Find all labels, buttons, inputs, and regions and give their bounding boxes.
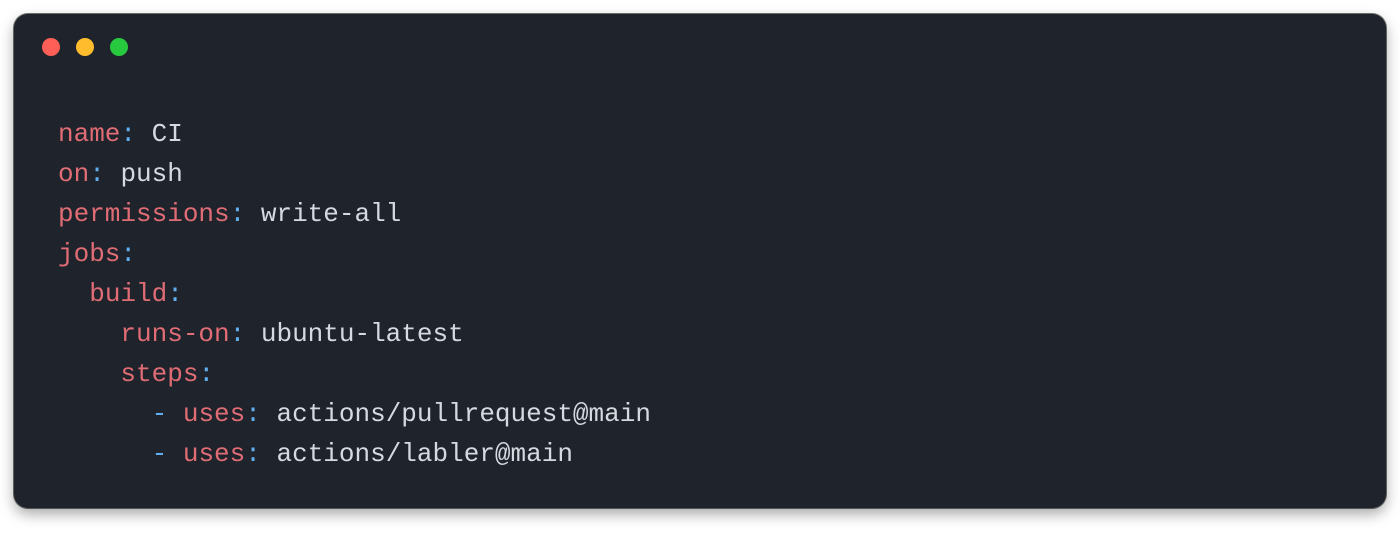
space [245, 319, 261, 349]
colon: : [245, 399, 261, 429]
space [261, 399, 277, 429]
yaml-key: steps [120, 359, 198, 389]
colon: : [167, 279, 183, 309]
space [261, 439, 277, 469]
zoom-icon[interactable] [110, 38, 128, 56]
colon: : [120, 119, 136, 149]
yaml-key: name [58, 119, 120, 149]
yaml-key: on [58, 159, 89, 189]
yaml-value: write-all [261, 199, 401, 229]
colon: : [245, 439, 261, 469]
window-controls [42, 38, 128, 56]
minimize-icon[interactable] [76, 38, 94, 56]
yaml-value: actions/labler@main [276, 439, 572, 469]
yaml-value: actions/pullrequest@main [276, 399, 650, 429]
space [105, 159, 121, 189]
indent [58, 279, 89, 309]
indent [58, 399, 152, 429]
dash: - [152, 439, 183, 469]
indent [58, 439, 152, 469]
colon: : [89, 159, 105, 189]
colon: : [230, 319, 246, 349]
close-icon[interactable] [42, 38, 60, 56]
indent [58, 319, 120, 349]
dash: - [152, 399, 183, 429]
yaml-value: CI [152, 119, 183, 149]
terminal-window: name: CI on: push permissions: write-all… [14, 14, 1386, 508]
space [245, 199, 261, 229]
colon: : [230, 199, 246, 229]
yaml-key: build [89, 279, 167, 309]
yaml-key: uses [183, 439, 245, 469]
yaml-key: permissions [58, 199, 230, 229]
colon: : [120, 239, 136, 269]
colon: : [198, 359, 214, 389]
yaml-key: uses [183, 399, 245, 429]
yaml-value: ubuntu-latest [261, 319, 464, 349]
yaml-key: jobs [58, 239, 120, 269]
code-block: name: CI on: push permissions: write-all… [58, 114, 1342, 474]
space [136, 119, 152, 149]
indent [58, 359, 120, 389]
yaml-key: runs-on [120, 319, 229, 349]
yaml-value: push [120, 159, 182, 189]
